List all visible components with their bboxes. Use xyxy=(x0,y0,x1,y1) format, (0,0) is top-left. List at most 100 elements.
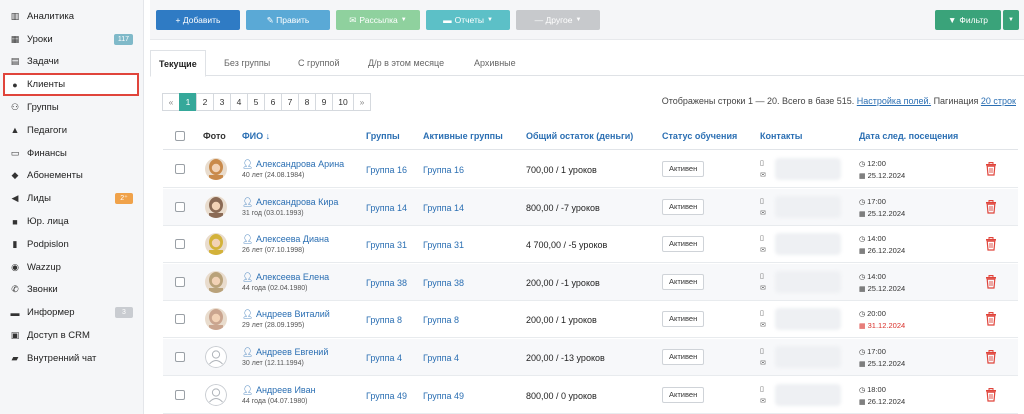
sidebar-item[interactable]: ● Клиенты xyxy=(3,73,139,97)
trash-icon[interactable] xyxy=(985,237,997,251)
active-group-link[interactable]: Группа 14 xyxy=(423,203,464,213)
field-settings-link[interactable]: Настройка полей. xyxy=(857,96,931,106)
email-icon[interactable]: ✉ xyxy=(760,359,766,367)
sidebar-item[interactable]: ▣ Доступ в CRM xyxy=(0,324,143,347)
client-name-link[interactable]: 👤︎ Андреев Иван xyxy=(242,385,316,396)
table-row[interactable]: 👤︎ Андреев Иван 44 года (04.07.1980) Групп… xyxy=(163,377,1018,414)
table-row[interactable]: 👤︎ Алексеева Елена 44 года (02.04.1980) Гр… xyxy=(163,263,1018,301)
email-icon[interactable]: ✉ xyxy=(760,397,766,405)
active-group-link[interactable]: Группа 16 xyxy=(423,165,464,175)
group-link[interactable]: Группа 49 xyxy=(366,391,407,401)
row-checkbox[interactable] xyxy=(175,314,185,325)
group-link[interactable]: Группа 4 xyxy=(366,353,402,363)
trash-icon[interactable] xyxy=(985,387,997,402)
row-checkbox[interactable] xyxy=(175,276,185,287)
tab-archived[interactable]: Архивные xyxy=(466,50,524,76)
filter-button[interactable]: ▼ Фильтр xyxy=(935,10,1001,30)
trash-icon[interactable] xyxy=(985,312,997,326)
email-icon[interactable]: ✉ xyxy=(760,321,766,329)
tab-no-group[interactable]: Без группы xyxy=(216,50,278,76)
header-active-groups[interactable]: Активные группы xyxy=(423,131,503,141)
reports-dropdown-button[interactable]: ▬ Отчеты ▼ xyxy=(426,10,510,30)
pagination-page[interactable]: 2 xyxy=(196,93,214,111)
phone-icon[interactable]: ▯ xyxy=(760,347,764,355)
header-next-visit[interactable]: Дата след. посещения xyxy=(859,131,958,141)
edit-button[interactable]: ✎ Править xyxy=(246,10,330,30)
phone-icon[interactable]: ▯ xyxy=(760,309,764,317)
table-row[interactable]: 👤︎ Алексеева Диана 26 лет (07.10.1998) Гру… xyxy=(163,226,1018,264)
pagination-page[interactable]: 7 xyxy=(281,93,299,111)
pagination-prev[interactable]: « xyxy=(162,93,180,111)
active-group-link[interactable]: Группа 4 xyxy=(423,353,459,363)
pagination-page[interactable]: 10 xyxy=(332,93,354,111)
row-checkbox[interactable] xyxy=(175,201,185,212)
row-checkbox[interactable] xyxy=(175,239,185,250)
trash-icon[interactable] xyxy=(985,162,997,176)
email-icon[interactable]: ✉ xyxy=(760,209,766,217)
sidebar-item[interactable]: ✆ Звонки xyxy=(0,279,143,302)
table-row[interactable]: 👤︎ Александрова Кира 31 год (03.01.1993) Г… xyxy=(163,188,1018,226)
sidebar-item[interactable]: ▮ Podpislon xyxy=(0,233,143,256)
group-link[interactable]: Группа 8 xyxy=(366,315,402,325)
active-group-link[interactable]: Группа 49 xyxy=(423,391,464,401)
table-row[interactable]: 👤︎ Александрова Арина 40 лет (24.08.1984)… xyxy=(163,151,1018,188)
active-group-link[interactable]: Группа 38 xyxy=(423,278,464,288)
client-name-link[interactable]: 👤︎ Александрова Кира xyxy=(242,197,338,208)
trash-icon[interactable] xyxy=(985,199,997,214)
active-group-link[interactable]: Группа 8 xyxy=(423,315,459,325)
filter-dropdown-toggle[interactable]: ▼ xyxy=(1003,10,1019,30)
tab-current[interactable]: Текущие xyxy=(150,50,206,77)
tab-birthdays-this-month[interactable]: Д/р в этом месяце xyxy=(360,50,452,76)
active-group-link[interactable]: Группа 31 xyxy=(423,240,464,250)
client-name-link[interactable]: 👤︎ Алексеева Елена xyxy=(242,272,329,283)
row-checkbox[interactable] xyxy=(175,389,185,400)
pagination-page[interactable]: 4 xyxy=(230,93,248,111)
header-balance[interactable]: Общий остаток (деньги) xyxy=(526,131,633,141)
group-link[interactable]: Группа 31 xyxy=(366,240,407,250)
client-name-link[interactable]: 👤︎ Андреев Виталий xyxy=(242,309,330,320)
group-link[interactable]: Группа 14 xyxy=(366,203,407,213)
client-name-link[interactable]: 👤︎ Александрова Арина xyxy=(242,159,344,170)
mailing-dropdown-button[interactable]: ✉ Рассылка ▼ xyxy=(336,10,420,30)
sidebar-item[interactable]: ▬ Информер 3 xyxy=(0,301,143,324)
rows-per-page-link[interactable]: 20 строк xyxy=(981,96,1016,106)
email-icon[interactable]: ✉ xyxy=(760,171,766,179)
phone-icon[interactable]: ▯ xyxy=(760,197,764,205)
table-row[interactable]: 👤︎ Андреев Виталий 29 лет (28.09.1995) Гру… xyxy=(163,301,1018,339)
email-icon[interactable]: ✉ xyxy=(760,284,766,292)
row-checkbox[interactable] xyxy=(175,352,185,362)
sidebar-item[interactable]: ⚇ Группы xyxy=(0,96,143,119)
tab-with-group[interactable]: С группой xyxy=(290,50,347,76)
phone-icon[interactable]: ▯ xyxy=(760,159,764,167)
phone-icon[interactable]: ▯ xyxy=(760,385,764,393)
header-fio[interactable]: ФИО ↓ xyxy=(242,131,270,141)
header-groups[interactable]: Группы xyxy=(366,131,400,141)
sidebar-item[interactable]: ▰ Внутренний чат xyxy=(0,347,143,370)
pagination-page[interactable]: 3 xyxy=(213,93,231,111)
group-link[interactable]: Группа 16 xyxy=(366,165,407,175)
table-row[interactable]: 👤︎ Андреев Евгений 30 лет (12.11.1994) Гру… xyxy=(163,339,1018,376)
sidebar-item[interactable]: ◉ Wazzup xyxy=(0,256,143,279)
sidebar-item[interactable]: ▲ Педагоги xyxy=(0,119,143,142)
header-status[interactable]: Статус обучения xyxy=(662,131,737,141)
pagination-page[interactable]: 9 xyxy=(315,93,333,111)
sidebar-item[interactable]: ▭ Финансы xyxy=(0,142,143,165)
other-dropdown-button[interactable]: — Другое ▼ xyxy=(516,10,600,30)
pagination-next[interactable]: » xyxy=(353,93,371,111)
header-contacts[interactable]: Контакты xyxy=(760,131,802,141)
phone-icon[interactable]: ▯ xyxy=(760,272,764,280)
phone-icon[interactable]: ▯ xyxy=(760,234,764,242)
email-icon[interactable]: ✉ xyxy=(760,246,766,254)
group-link[interactable]: Группа 38 xyxy=(366,278,407,288)
sidebar-item[interactable]: ◆ Абонементы xyxy=(0,165,143,188)
pagination-page[interactable]: 5 xyxy=(247,93,265,111)
trash-icon[interactable] xyxy=(985,350,997,364)
sidebar-item[interactable]: ◀ Лиды 2⁺ xyxy=(0,187,143,210)
sidebar-item[interactable]: ▤ Задачи xyxy=(0,51,143,74)
add-button[interactable]: + Добавить xyxy=(156,10,240,30)
sidebar-item[interactable]: ▦ Уроки 117 xyxy=(0,28,143,51)
sidebar-item[interactable]: ▥ Аналитика xyxy=(0,5,143,28)
select-all-checkbox[interactable] xyxy=(175,131,185,141)
trash-icon[interactable] xyxy=(985,274,997,289)
sidebar-item[interactable]: ■ Юр. лица xyxy=(0,210,143,233)
